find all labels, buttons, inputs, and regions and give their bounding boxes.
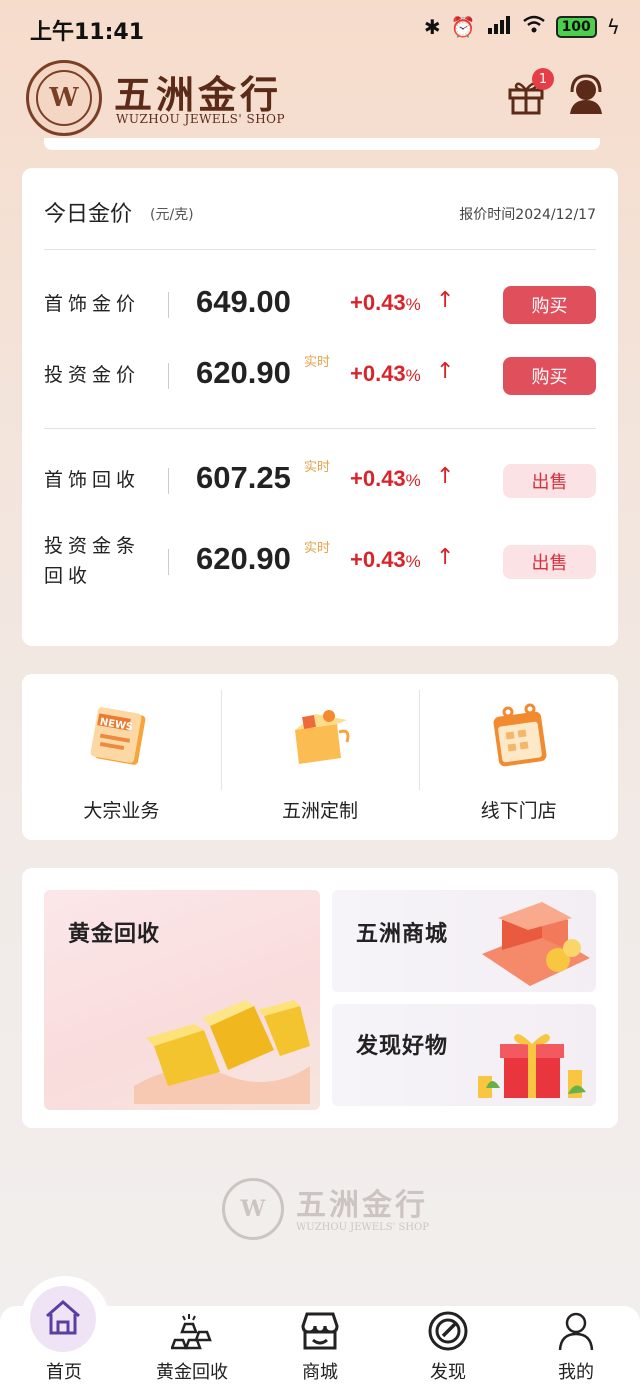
up-arrow-icon: ↑ [436, 464, 455, 489]
news-scroll-icon: NEWS [90, 707, 146, 765]
row-change: +0.43% [350, 466, 421, 491]
bluetooth-icon: ✱ [423, 14, 441, 39]
feature-title: 五洲商城 [356, 922, 449, 947]
price-row-jewelry-recycle: 首饰回收 607.25 实时 +0.43% ↑ 出售 [44, 450, 596, 510]
calendar-icon [493, 703, 547, 767]
price-unit: (元/克) [150, 207, 194, 223]
gold-in-hand-icon [134, 1000, 310, 1104]
banner-strip [44, 138, 600, 150]
gift-box-icon [295, 710, 350, 764]
home-icon[interactable] [42, 1296, 84, 1338]
up-arrow-icon: ↑ [436, 359, 455, 384]
up-arrow-icon: ↑ [436, 288, 455, 313]
wifi-icon [522, 14, 546, 39]
row-label: 首饰金价 [44, 293, 141, 315]
row-separator [168, 292, 169, 318]
row-label: 首饰回收 [44, 469, 141, 491]
footer-brand-name: 五洲金行 [296, 1188, 428, 1223]
feature-mall[interactable]: 五洲商城 [332, 890, 596, 992]
feature-title: 黄金回收 [68, 922, 161, 947]
gold-bars-icon [171, 1314, 212, 1350]
bottom-nav: 首页 黄金回收 商城 发现 我的 [0, 1306, 640, 1387]
divider [44, 249, 596, 250]
up-arrow-icon: ↑ [436, 545, 455, 570]
service-label: 五洲定制 [282, 800, 359, 822]
row-change: +0.43% [350, 547, 421, 572]
brand-logo-seal: W [26, 60, 102, 136]
nav-label: 首页 [46, 1362, 82, 1383]
footer-logo: W 五洲金行 WUZHOU JEWELS' SHOP [222, 1176, 442, 1244]
row-change: +0.43% [350, 361, 421, 386]
footer-brand-name-en: WUZHOU JEWELS' SHOP [296, 1222, 429, 1233]
status-time: 上午11:41 [30, 20, 145, 45]
row-price: 607.25 [196, 460, 291, 495]
buy-button[interactable]: 购买 [503, 286, 596, 324]
feature-discover[interactable]: 发现好物 [332, 1004, 596, 1106]
nav-label: 黄金回收 [156, 1362, 228, 1383]
buy-button[interactable]: 购买 [503, 357, 596, 395]
nav-label: 我的 [558, 1362, 594, 1383]
nav-item-shop[interactable]: 商城 [256, 1306, 384, 1387]
status-bar: 上午11:41 ✱ ⏰ 100 ϟ [0, 0, 640, 56]
service-stores[interactable]: 线下门店 [419, 674, 618, 840]
app-header: W 五洲金行 WUZHOU JEWELS' SHOP 1 [0, 56, 640, 140]
realtime-tag: 实时 [304, 541, 331, 556]
nav-item-mine[interactable]: 我的 [512, 1306, 640, 1387]
price-row-jewelry: 首饰金价 649.00 +0.43% ↑ 购买 [44, 274, 596, 334]
shop-phone-icon [482, 902, 590, 986]
row-price: 649.00 [196, 284, 291, 319]
services-card: NEWS 大宗业务 五洲定制 线下门店 [22, 674, 618, 840]
service-custom[interactable]: 五洲定制 [220, 674, 420, 840]
service-label: 线下门店 [480, 800, 557, 822]
realtime-tag: 实时 [304, 355, 331, 370]
realtime-tag: 实时 [304, 460, 331, 475]
row-label: 投资金价 [44, 364, 141, 386]
gift-box-red-icon [478, 1034, 586, 1098]
row-change: +0.43% [350, 290, 421, 315]
sell-button[interactable]: 出售 [503, 545, 596, 579]
gift-badge: 1 [532, 68, 554, 90]
row-label: 投资金条 回收 [44, 535, 141, 587]
row-separator [168, 549, 169, 575]
shop-icon [301, 1312, 339, 1350]
row-separator [168, 468, 169, 494]
alarm-icon: ⏰ [450, 14, 476, 39]
price-card-title: 今日金价 [44, 202, 133, 227]
sell-button[interactable]: 出售 [503, 464, 596, 498]
row-price: 620.90 [196, 355, 291, 390]
brand-monogram: W [36, 70, 92, 126]
footer-logo-seal: W [222, 1178, 284, 1240]
price-row-investment: 投资金价 620.90 实时 +0.43% ↑ 购买 [44, 345, 596, 405]
nav-label: 商城 [302, 1362, 338, 1383]
feature-gold-recycle[interactable]: 黄金回收 [44, 890, 320, 1110]
service-label: 大宗业务 [83, 800, 160, 822]
brand-name-en: WUZHOU JEWELS' SHOP [116, 112, 286, 126]
gold-price-card: 今日金价 (元/克) 报价时间2024/12/17 首饰金价 649.00 +0… [22, 168, 618, 646]
quote-time: 报价时间2024/12/17 [459, 207, 596, 223]
customer-service-icon[interactable] [564, 74, 608, 118]
battery-icon: 100 [555, 15, 597, 38]
row-price: 620.90 [196, 541, 291, 576]
row-separator [168, 363, 169, 389]
brand-name: 五洲金行 [114, 72, 283, 117]
user-icon [558, 1312, 594, 1351]
signal-icon [486, 14, 512, 39]
feature-title: 发现好物 [356, 1034, 449, 1059]
discover-icon [428, 1311, 468, 1351]
charging-icon: ϟ [606, 14, 620, 39]
service-bulk-business[interactable]: NEWS 大宗业务 [22, 674, 221, 840]
nav-item-gold-recycle[interactable]: 黄金回收 [128, 1306, 256, 1387]
price-row-bar-recycle: 投资金条 回收 620.90 实时 +0.43% ↑ 出售 [44, 531, 596, 591]
nav-label: 发现 [430, 1362, 466, 1383]
features-card: 黄金回收 五洲商城 发现好物 [22, 868, 618, 1128]
nav-item-discover[interactable]: 发现 [384, 1306, 512, 1387]
divider [44, 428, 596, 429]
status-icons: ✱ ⏰ 100 ϟ [424, 14, 620, 39]
